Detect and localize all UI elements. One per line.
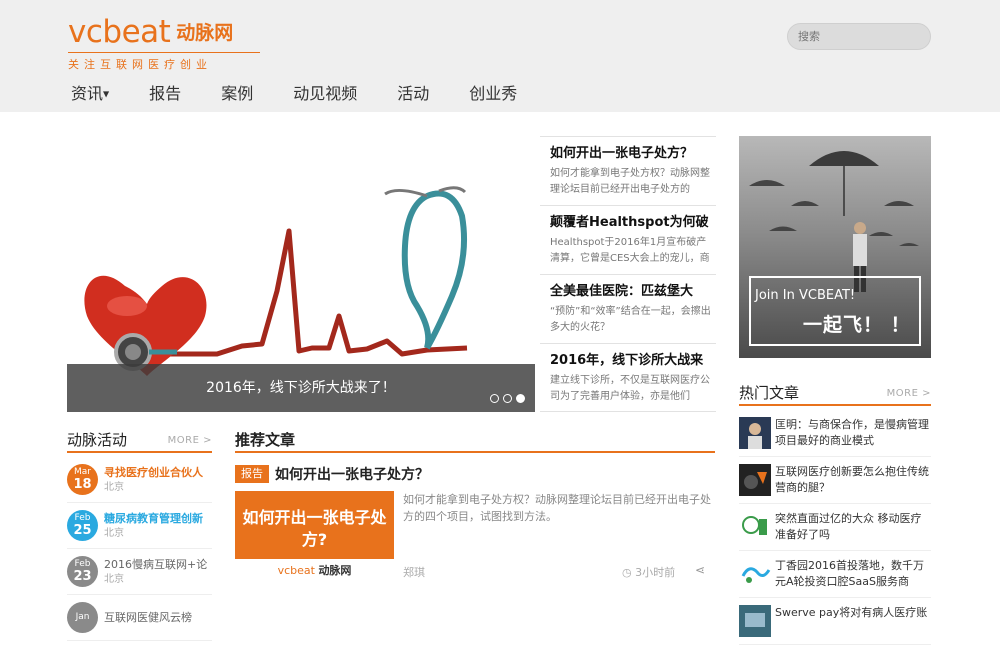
event-date-badge: Mar 18 bbox=[67, 464, 98, 495]
events-list: Mar 18 寻找医疗创业合伙人 北京 Feb 25 糖尿病教育管理创新 北京 … bbox=[67, 457, 212, 641]
hot-article-title[interactable]: 突然直面过亿的大众 移动医疗准备好了吗 bbox=[775, 511, 931, 543]
event-location: 北京 bbox=[104, 573, 124, 585]
hot-article-title[interactable]: 互联网医疗创新要怎么抱住传统营商的腿？ bbox=[775, 464, 931, 496]
slider-dot[interactable] bbox=[503, 394, 512, 403]
search-box[interactable] bbox=[787, 23, 931, 50]
news-desc: 如何才能拿到电子处方权？动脉网整理论坛目前已经开出电子处方的 bbox=[550, 168, 710, 195]
news-title[interactable]: 2016年，线下诊所大战来 bbox=[550, 352, 716, 370]
list-item[interactable]: 如何开出一张电子处方？ 如何才能拿到电子处方权？动脉网整理论坛目前已经开出电子处… bbox=[540, 136, 716, 205]
hot-article-title[interactable]: Swerve pay将对有病人医疗账 bbox=[775, 605, 927, 637]
share-icon[interactable]: ⋖ bbox=[695, 563, 705, 577]
slider-dots bbox=[490, 394, 525, 403]
clock-icon: ◷ bbox=[622, 566, 632, 579]
slider-dot-active[interactable] bbox=[516, 394, 525, 403]
side-news-list: 如何开出一张电子处方？ 如何才能拿到电子处方权？动脉网整理论坛目前已经开出电子处… bbox=[540, 136, 716, 412]
article-time: ◷ 3小时前 bbox=[622, 566, 676, 579]
hot-articles-header: 热门文章 MORE > bbox=[739, 382, 931, 406]
slider-dot[interactable] bbox=[490, 394, 499, 403]
section-title: 推荐文章 bbox=[235, 431, 296, 449]
list-item[interactable]: Feb 25 糖尿病教育管理创新 北京 bbox=[67, 503, 212, 549]
hot-article-title[interactable]: 匡明：与商保合作，是慢病管理项目最好的商业模式 bbox=[775, 417, 931, 449]
list-item[interactable]: 突然直面过亿的大众 移动医疗准备好了吗 bbox=[739, 504, 931, 551]
list-item[interactable]: Swerve pay将对有病人医疗账 bbox=[739, 598, 931, 645]
section-title: 动脉活动 bbox=[67, 431, 128, 449]
recommend-title-row: 报告 如何开出一张电子处方？ bbox=[235, 464, 429, 484]
article-thumbnail bbox=[739, 511, 771, 543]
article-thumbnail bbox=[739, 464, 771, 496]
list-item[interactable]: Feb 23 2016慢病互联网+论 北京 bbox=[67, 549, 212, 595]
event-date-badge: Feb 25 bbox=[67, 510, 98, 541]
recommend-header: 推荐文章 bbox=[235, 429, 715, 453]
main-nav: 资讯▼ 报告 案例 动见视频 活动 创业秀 bbox=[71, 82, 557, 107]
ad-line-2: 一起飞！ ！ bbox=[803, 314, 911, 336]
slider-caption[interactable]: 2016年，线下诊所大战来了！ bbox=[67, 364, 535, 412]
list-item[interactable]: 丁香园2016首投落地，数千万元A轮投资口腔SaaS服务商 bbox=[739, 551, 931, 598]
news-title[interactable]: 颠覆者Healthspot为何破 bbox=[550, 214, 716, 232]
list-item[interactable]: 全美最佳医院：匹兹堡大 “预防”和“效率”结合在一起，会擦出多大的火花？ bbox=[540, 274, 716, 343]
join-ad-banner[interactable]: Join In VCBEAT! 一起飞！ ！ bbox=[739, 136, 931, 358]
nav-item-reports[interactable]: 报告 bbox=[149, 82, 181, 107]
logo-text: vcbeat bbox=[68, 14, 171, 50]
article-thumbnail bbox=[739, 417, 771, 449]
nav-item-news[interactable]: 资讯▼ bbox=[71, 82, 109, 107]
nav-item-events[interactable]: 活动 bbox=[397, 82, 429, 107]
logo-tagline: 关注互联网医疗创业 bbox=[68, 58, 212, 71]
events-header: 动脉活动 MORE > bbox=[67, 429, 212, 453]
hot-more-link[interactable]: MORE > bbox=[887, 388, 931, 399]
ad-line-1: Join In VCBEAT! bbox=[755, 288, 856, 303]
article-thumbnail bbox=[739, 605, 771, 637]
site-logo[interactable]: vcbeat 动脉网 关注互联网医疗创业 bbox=[68, 12, 268, 71]
news-desc: Healthspot于2016年1月宣布破产清算，它曾是CES大会上的宠儿，商 bbox=[550, 237, 710, 264]
image-logo: vcbeat 动脉网 bbox=[277, 564, 352, 577]
event-date-badge: Jan bbox=[67, 602, 98, 633]
logo-divider bbox=[68, 52, 260, 53]
image-headline: 如何开出一张电子处方? bbox=[242, 508, 387, 549]
category-tag[interactable]: 报告 bbox=[235, 465, 269, 483]
hot-article-title[interactable]: 丁香园2016首投落地，数千万元A轮投资口腔SaaS服务商 bbox=[775, 558, 931, 590]
list-item[interactable]: Jan 互联网医健风云榜 bbox=[67, 595, 212, 641]
nav-item-cases[interactable]: 案例 bbox=[221, 82, 253, 107]
article-author[interactable]: 郑琪 bbox=[403, 564, 425, 580]
nav-item-videos[interactable]: 动见视频 bbox=[293, 82, 357, 107]
recommend-article-desc: 如何才能拿到电子处方权？动脉网整理论坛目前已经开出电子处方的四个项目，试图找到方… bbox=[403, 493, 711, 523]
list-item[interactable]: 互联网医疗创新要怎么抱住传统营商的腿？ bbox=[739, 457, 931, 504]
list-item[interactable]: 匡明：与商保合作，是慢病管理项目最好的商业模式 bbox=[739, 410, 931, 457]
event-title[interactable]: 互联网医健风云榜 bbox=[104, 610, 192, 626]
news-title[interactable]: 全美最佳医院：匹兹堡大 bbox=[550, 283, 716, 301]
news-title[interactable]: 如何开出一张电子处方？ bbox=[550, 145, 716, 163]
logo-cn: 动脉网 bbox=[176, 22, 234, 44]
featured-slider[interactable]: 2016年，线下诊所大战来了！ bbox=[67, 136, 535, 412]
hot-articles-list: 匡明：与商保合作，是慢病管理项目最好的商业模式 互联网医疗创新要怎么抱住传统营商… bbox=[739, 410, 931, 645]
chevron-down-icon: ▼ bbox=[103, 89, 110, 99]
article-thumbnail bbox=[739, 558, 771, 590]
event-location: 北京 bbox=[104, 481, 124, 493]
event-title[interactable]: 寻找医疗创业合伙人 bbox=[104, 465, 203, 481]
nav-item-startup-show[interactable]: 创业秀 bbox=[469, 82, 517, 107]
recommend-article-title[interactable]: 如何开出一张电子处方？ bbox=[275, 464, 429, 484]
search-input[interactable] bbox=[798, 30, 918, 43]
list-item[interactable]: 2016年，线下诊所大战来 建立线下诊所，不仅是互联网医疗公司为了完善用户体验，… bbox=[540, 343, 716, 412]
list-item[interactable]: 颠覆者Healthspot为何破 Healthspot于2016年1月宣布破产清… bbox=[540, 205, 716, 274]
news-desc: “预防”和“效率”结合在一起，会擦出多大的火花？ bbox=[550, 306, 711, 333]
event-date-badge: Feb 23 bbox=[67, 556, 98, 587]
event-title[interactable]: 糖尿病教育管理创新 bbox=[104, 511, 203, 527]
event-location: 北京 bbox=[104, 527, 124, 539]
section-title: 热门文章 bbox=[739, 384, 800, 402]
news-desc: 建立线下诊所，不仅是互联网医疗公司为了完善用户体验，亦是他们 bbox=[550, 375, 710, 402]
header: vcbeat 动脉网 关注互联网医疗创业 资讯▼ 报告 案例 动见视频 活动 创… bbox=[0, 0, 1000, 112]
event-title[interactable]: 2016慢病互联网+论 bbox=[104, 557, 207, 573]
list-item[interactable]: Mar 18 寻找医疗创业合伙人 北京 bbox=[67, 457, 212, 503]
image-logo-band: vcbeat 动脉网 bbox=[235, 559, 394, 587]
recommend-article-image[interactable]: 如何开出一张电子处方? vcbeat 动脉网 bbox=[235, 491, 394, 587]
events-more-link[interactable]: MORE > bbox=[168, 435, 212, 446]
